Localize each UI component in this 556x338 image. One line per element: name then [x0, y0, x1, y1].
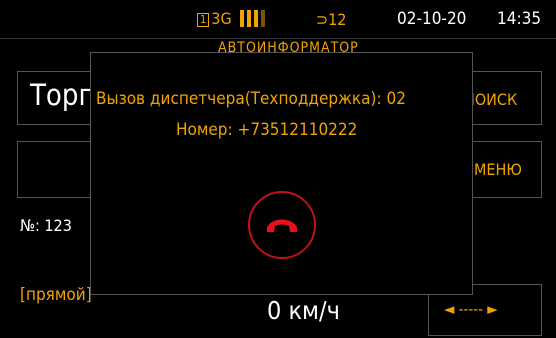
hangup-button[interactable]	[248, 191, 316, 259]
direction-label: [прямой]	[20, 285, 92, 305]
network-type: 3G	[211, 9, 232, 28]
sim-network-indicator: 1 3G	[197, 9, 232, 28]
power-value: 12	[328, 10, 347, 29]
route-name: Торг	[30, 78, 93, 112]
sim-slot-icon: 1	[197, 13, 210, 27]
status-bar	[0, 0, 556, 39]
menu-button-label: МЕНЮ	[474, 160, 522, 179]
stop-navigation-label: ◄ ----- ►	[444, 300, 498, 318]
phone-number: Номер: +73512110222	[176, 120, 358, 140]
status-date: 02-10-20	[397, 9, 467, 29]
signal-bar	[247, 10, 251, 27]
signal-bar	[240, 10, 244, 27]
status-time: 14:35	[497, 9, 542, 29]
signal-bar	[254, 10, 258, 27]
trip-number: №: 123	[20, 216, 72, 235]
plug-icon: ⊃	[316, 10, 329, 29]
call-title: Вызов диспетчера(Техподдержка): 02	[96, 89, 406, 109]
speed-readout: 0 км/ч	[267, 296, 340, 325]
power-indicator: ⊃12	[316, 10, 346, 29]
signal-bar	[261, 10, 265, 27]
phone-hangup-icon	[267, 219, 297, 232]
